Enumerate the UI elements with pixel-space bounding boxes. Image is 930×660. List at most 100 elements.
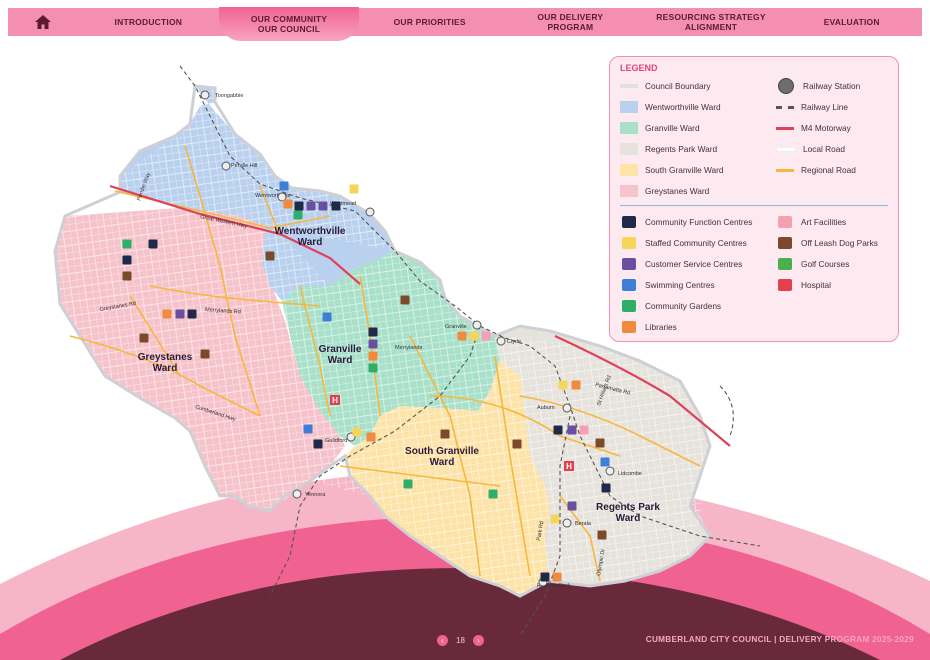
legend-facility-r3: Hospital [776, 278, 831, 292]
legend-facility-r3-label: Hospital [801, 280, 831, 290]
legend-item-3: Regents Park Ward [620, 142, 717, 156]
legend-item-r1: Railway Line [776, 100, 848, 114]
legend-facility-3: Swimming Centres [620, 278, 715, 292]
page-number: 18 [456, 636, 465, 645]
library-icon [622, 321, 636, 333]
railway-station-icon [496, 336, 506, 346]
legend-item-r2-label: M4 Motorway [801, 123, 851, 133]
legend-item-r3-label: Local Road [803, 144, 845, 154]
svg-text:H: H [332, 396, 338, 405]
staffed-community-icon [352, 427, 362, 437]
tab-resourcing-strategy[interactable]: RESOURCING STRATEGY ALIGNMENT [641, 8, 782, 36]
legend-facility-r0: Art Facilities [776, 215, 846, 229]
legend-facility-3-label: Swimming Centres [645, 280, 715, 290]
customer-service-icon [622, 258, 636, 270]
legend-facility-5-label: Libraries [645, 322, 677, 332]
community-function-icon [148, 239, 158, 249]
community-garden-icon [368, 363, 378, 373]
library-icon [368, 351, 378, 361]
railway-station-icon [292, 489, 302, 499]
home-button[interactable] [8, 8, 78, 36]
tab-evaluation[interactable]: EVALUATION [781, 8, 922, 36]
dog-park-icon [440, 429, 450, 439]
legend-divider [620, 205, 888, 206]
dog-park-icon [778, 237, 792, 249]
library-icon [366, 432, 376, 442]
art-facility-icon [579, 425, 589, 435]
label-pendle-hill: Pendle Hill [231, 163, 257, 169]
label-granville: Granville [445, 324, 467, 330]
legend-item-r0-label: Railway Station [803, 81, 861, 91]
hospital-icon: H [564, 461, 574, 471]
boundary-swatch [620, 84, 638, 88]
railway-station-icon [200, 90, 210, 100]
staffed-community-icon [469, 331, 479, 341]
community-function-icon [553, 425, 563, 435]
staffed-community-icon [558, 380, 568, 390]
legend-facility-4: Community Gardens [620, 299, 721, 313]
tab-delivery-program[interactable]: OUR DELIVERY PROGRAM [500, 8, 641, 36]
community-function-icon [187, 309, 197, 319]
dog-park-icon [265, 251, 275, 261]
community-function-icon [331, 201, 341, 211]
ward-swatch [620, 122, 638, 134]
dog-park-icon [400, 295, 410, 305]
community-garden-icon [622, 300, 636, 312]
regional-road-swatch [776, 168, 794, 172]
svg-text:H: H [566, 462, 572, 471]
art-facility-icon [778, 216, 792, 228]
tab-our-priorities[interactable]: OUR PRIORITIES [359, 8, 500, 36]
legend-facility-r1: Off Leash Dog Parks [776, 236, 878, 250]
customer-service-icon [175, 309, 185, 319]
library-icon [283, 199, 293, 209]
legend-title: LEGEND [620, 63, 658, 73]
legend-facility-r1-label: Off Leash Dog Parks [801, 238, 878, 248]
customer-service-icon [306, 201, 316, 211]
label-lidcombe: Lidcombe [618, 471, 642, 477]
community-function-icon [122, 255, 132, 265]
legend-item-5-label: Greystanes Ward [645, 186, 710, 196]
label-yennora: Yennora [305, 492, 326, 498]
legend-facility-5: Libraries [620, 320, 677, 334]
dog-park-icon [597, 530, 607, 540]
legend-facility-4-label: Community Gardens [645, 301, 722, 311]
dog-park-icon [200, 349, 210, 359]
legend-facility-2-label: Customer Service Centres [645, 259, 743, 269]
footer-title: CUMBERLAND CITY COUNCIL | DELIVERY PROGR… [645, 635, 914, 644]
legend-item-5: Greystanes Ward [620, 184, 709, 198]
legend-item-4-label: South Granville Ward [645, 165, 724, 175]
railway-station-icon [562, 518, 572, 528]
prev-page-button[interactable]: ‹ [437, 635, 448, 646]
page-pager: ‹ 18 › [437, 635, 484, 646]
customer-service-icon [368, 339, 378, 349]
railway-station-icon [562, 403, 572, 413]
legend-item-0-label: Council Boundary [645, 81, 711, 91]
chevron-right-icon: › [477, 636, 480, 645]
tab-introduction[interactable]: INTRODUCTION [78, 8, 219, 36]
local-road-swatch [776, 146, 796, 152]
community-function-icon [601, 483, 611, 493]
railway-station-icon [365, 207, 375, 217]
home-icon [35, 15, 51, 29]
library-icon [571, 380, 581, 390]
legend-facility-r2-label: Golf Courses [801, 259, 850, 269]
community-function-icon [622, 216, 636, 228]
legend-item-r0: Railway Station [776, 78, 861, 94]
next-page-button[interactable]: › [472, 635, 484, 646]
community-garden-icon [122, 239, 132, 249]
railway-station-icon [221, 161, 231, 171]
art-facility-icon [481, 331, 491, 341]
railway-station-icon [472, 320, 482, 330]
legend-facility-r0-label: Art Facilities [801, 217, 847, 227]
customer-service-icon [567, 425, 577, 435]
legend-facility-1-label: Staffed Community Centres [645, 238, 747, 248]
legend-item-r2: M4 Motorway [776, 121, 851, 135]
community-function-icon [368, 327, 378, 337]
legend-panel: LEGEND Council Boundary Wentworthville Wa… [609, 56, 899, 342]
customer-service-icon [567, 501, 577, 511]
dog-park-icon [512, 439, 522, 449]
hospital-icon [778, 279, 792, 291]
top-navigation: INTRODUCTION OUR COMMUNITY OUR COUNCIL O… [8, 7, 922, 41]
legend-item-1-label: Wentworthville Ward [645, 102, 721, 112]
label-toongabbie: Toongabbie [215, 93, 243, 99]
